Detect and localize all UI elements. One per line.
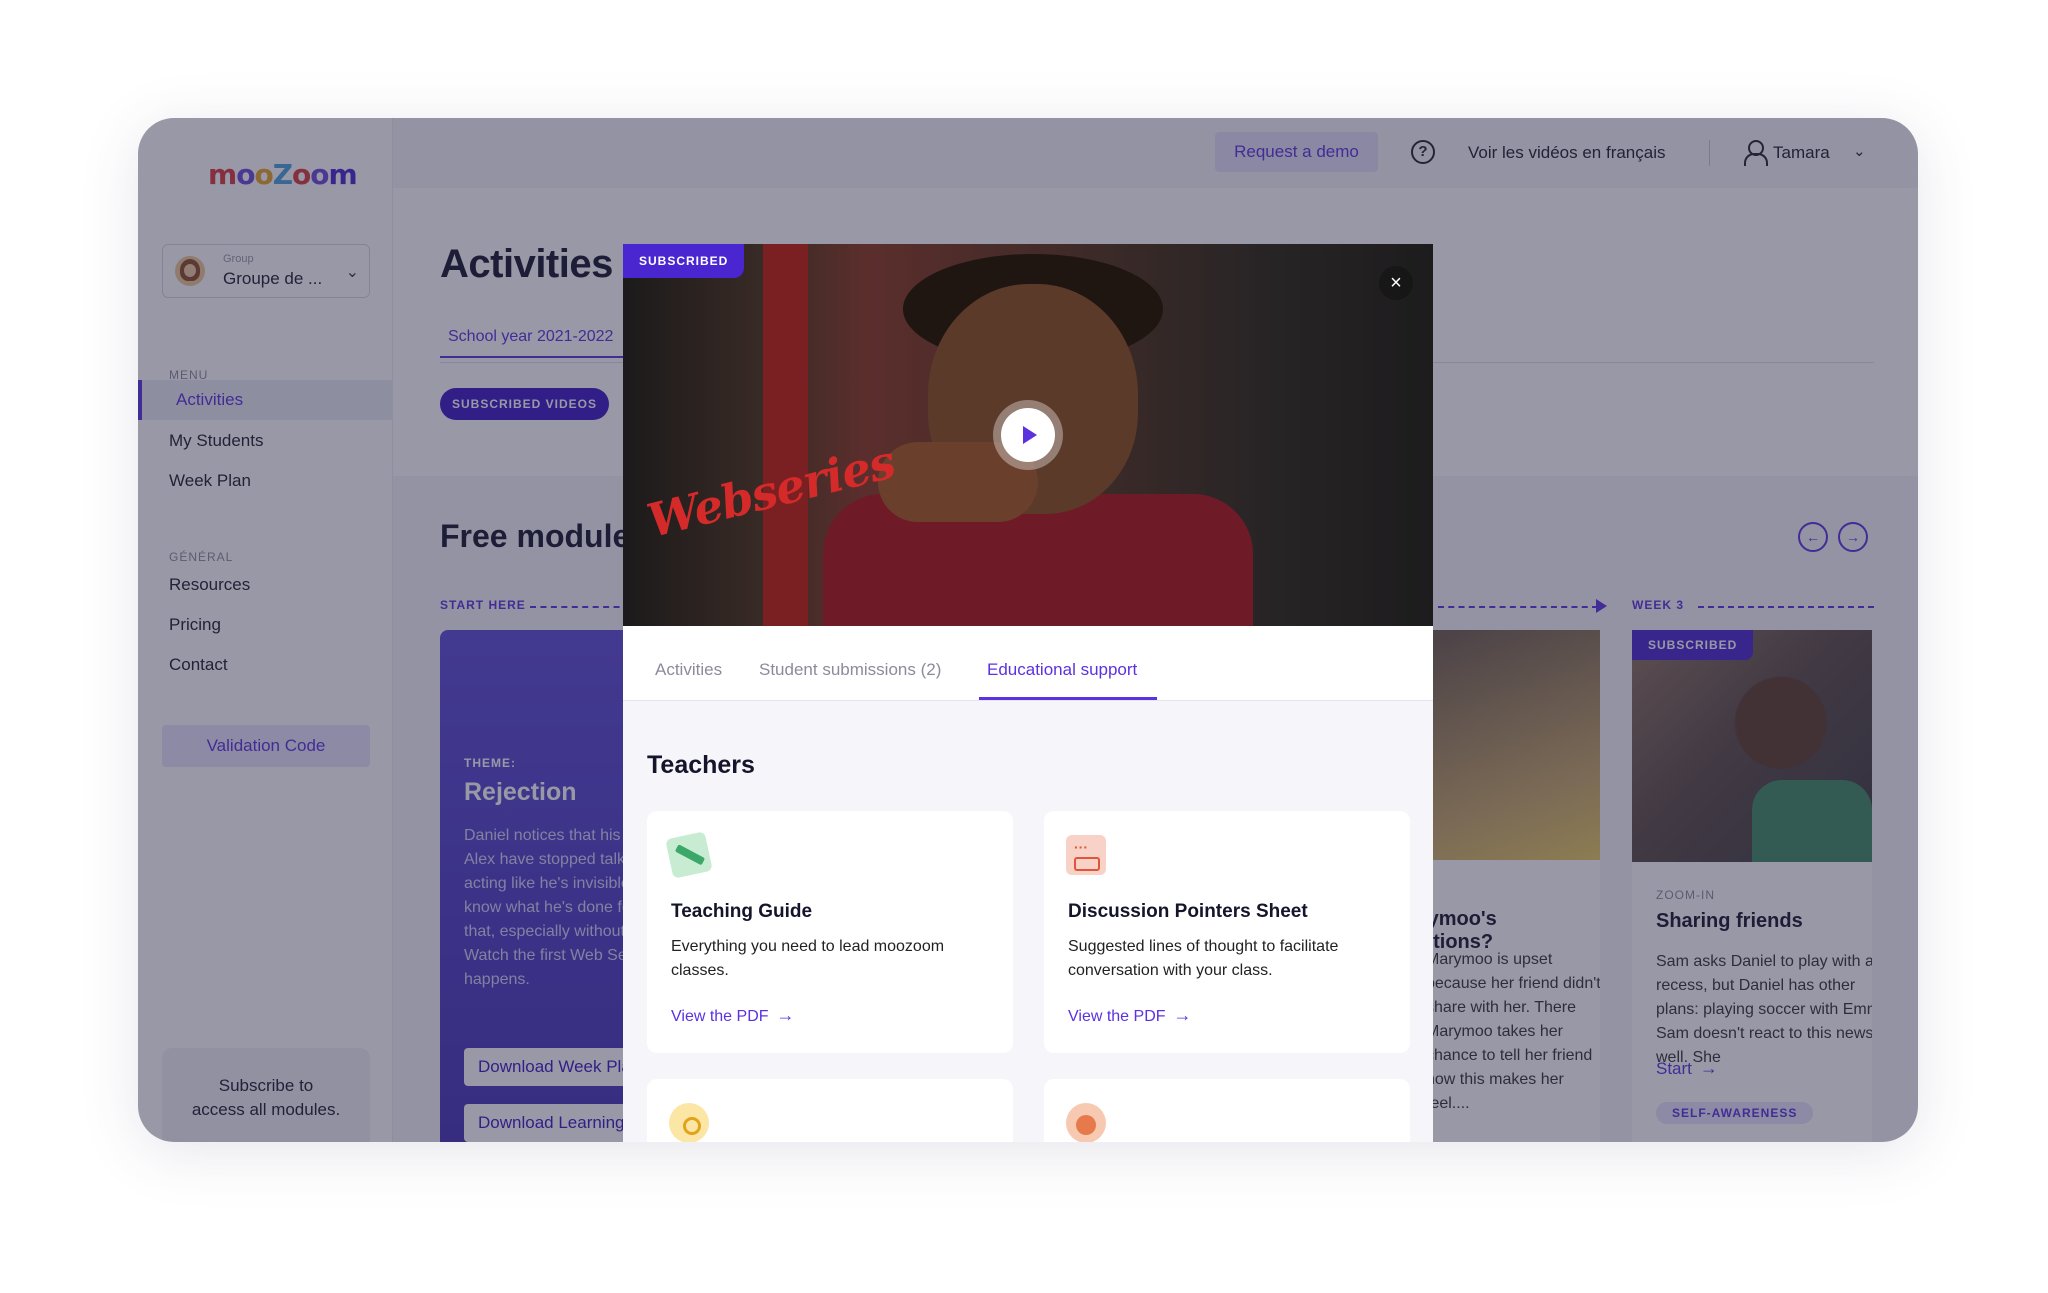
section-title-teachers: Teachers [647, 751, 755, 779]
resource-description: Everything you need to lead moozoom clas… [671, 938, 945, 979]
resource-card [647, 1079, 1013, 1142]
close-icon[interactable]: × [1379, 266, 1413, 300]
person-icon [1066, 1103, 1106, 1142]
chat-icon [1066, 835, 1106, 875]
tab-educational-support[interactable]: Educational support [987, 660, 1137, 680]
tab-student-submissions[interactable]: Student submissions (2) [759, 660, 941, 680]
app-window: mooZoom Group Groupe de ... ⌄ MENU Activ… [138, 118, 1918, 1142]
tab-activities[interactable]: Activities [655, 660, 722, 680]
subscribed-badge: SUBSCRIBED [623, 244, 745, 278]
arrow-right-icon: → [1173, 1005, 1192, 1025]
resource-description: Suggested lines of thought to facilitate… [1068, 938, 1339, 979]
key-icon [669, 1103, 709, 1142]
video-background [763, 244, 808, 626]
view-pdf-link[interactable]: View the PDF → [1068, 1005, 1192, 1026]
resource-title: Discussion Pointers Sheet [1068, 901, 1308, 922]
activity-modal: Webseries SUBSCRIBED × Activities Studen… [623, 244, 1433, 1142]
resource-title: Teaching Guide [671, 901, 813, 922]
educational-support-panel: Teachers Teaching Guide Everything you n… [623, 701, 1433, 1142]
play-icon[interactable] [1001, 408, 1055, 462]
view-pdf-link[interactable]: View the PDF → [671, 1005, 795, 1026]
tab-active-indicator [979, 697, 1157, 700]
arrow-right-icon: → [776, 1005, 795, 1025]
video-player[interactable]: Webseries SUBSCRIBED × [623, 244, 1433, 626]
resource-card-teaching-guide: Teaching Guide Everything you need to le… [647, 811, 1013, 1053]
pencil-icon [665, 831, 713, 879]
view-pdf-label: View the PDF [1068, 1008, 1166, 1025]
resource-card-discussion-pointers: Discussion Pointers Sheet Suggested line… [1044, 811, 1410, 1053]
view-pdf-label: View the PDF [671, 1008, 769, 1025]
modal-tabs: Activities Student submissions (2) Educa… [623, 626, 1433, 701]
resource-card [1044, 1079, 1410, 1142]
